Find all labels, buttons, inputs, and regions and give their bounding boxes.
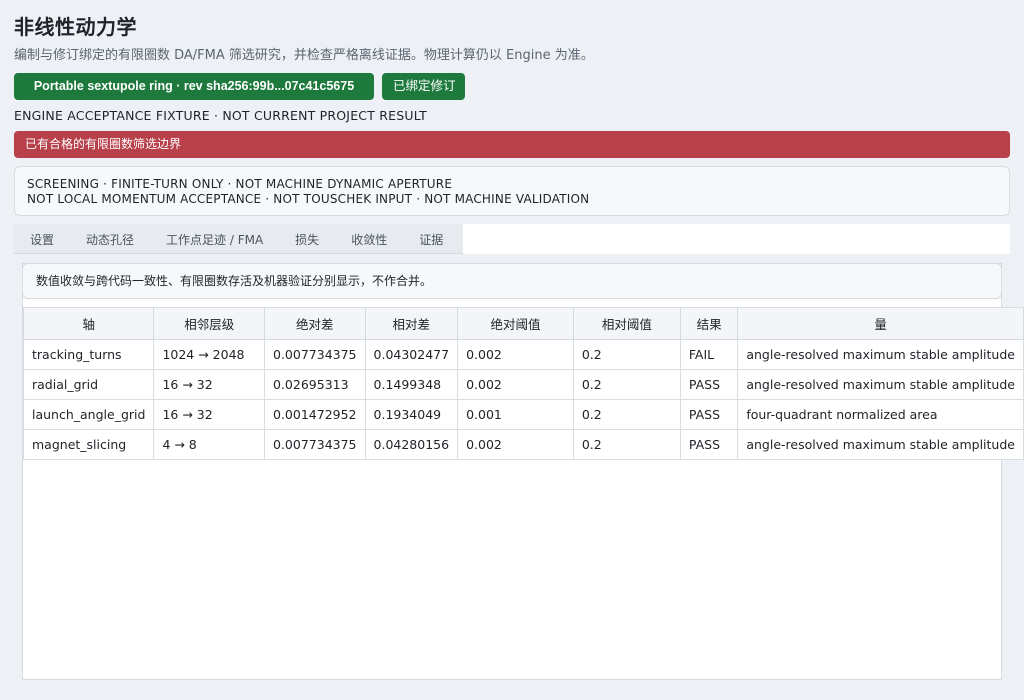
column-header-adjacent-level[interactable]: 相邻层级 [153,307,265,340]
page: 非线性动力学 编制与修订绑定的有限圈数 DA/FMA 筛选研究，并检查严格离线证… [0,0,1024,700]
page-subtitle: 编制与修订绑定的有限圈数 DA/FMA 筛选研究，并检查严格离线证据。物理计算仍… [14,48,594,63]
tab-losses[interactable]: 损失 [279,224,335,253]
cell-absolute-threshold: 0.002 [457,369,574,400]
column-header-relative-threshold[interactable]: 相对阈值 [572,307,681,340]
tab-convergence[interactable]: 收敛性 [335,224,403,253]
tab-bar: 设置 动态孔径 工作点足迹 / FMA 损失 收敛性 证据 [14,224,1010,254]
cell-relative-diff: 0.04280156 [364,429,459,460]
bound-revision-button[interactable]: 已绑定修订 [382,73,465,100]
table-row: radial_grid 16 → 32 0.02695313 0.1499348… [22,369,1024,400]
scope-disclaimer: SCREENING · FINITE-TURN ONLY · NOT MACHI… [14,166,1010,216]
scope-line-1: SCREENING · FINITE-TURN ONLY · NOT MACHI… [27,177,453,191]
tab-strip: 设置 动态孔径 工作点足迹 / FMA 损失 收敛性 证据 [14,224,463,253]
cell-absolute-diff: 0.001472952 [264,399,366,430]
cell-result-pass: PASS [679,369,739,400]
column-header-axis[interactable]: 轴 [22,307,155,340]
revision-selector-button[interactable]: Portable sextupole ring · rev sha256:99b… [14,73,374,100]
cell-absolute-threshold: 0.002 [457,339,574,370]
column-header-quantity[interactable]: 量 [737,307,1024,340]
cell-relative-threshold: 0.2 [572,339,681,370]
cell-absolute-threshold: 0.001 [457,399,574,430]
scope-line-2: NOT LOCAL MOMENTUM ACCEPTANCE · NOT TOUS… [27,192,590,206]
cell-absolute-diff: 0.007734375 [264,429,366,460]
tab-dynamic-aperture[interactable]: 动态孔径 [70,224,150,253]
cell-relative-diff: 0.04302477 [364,339,459,370]
cell-axis: launch_angle_grid [22,399,155,430]
cell-absolute-diff: 0.007734375 [264,339,366,370]
cell-relative-threshold: 0.2 [572,369,681,400]
column-header-relative-diff[interactable]: 相对差 [364,307,459,340]
cell-result-fail: FAIL [679,339,739,370]
status-alert: 已有合格的有限圈数筛选边界 [14,131,1010,158]
column-header-absolute-threshold[interactable]: 绝对阈值 [457,307,574,340]
cell-axis: radial_grid [22,369,155,400]
tab-bar-filler [463,224,1010,254]
cell-result-pass: PASS [679,429,739,460]
fixture-label: ENGINE ACCEPTANCE FIXTURE · NOT CURRENT … [14,108,427,123]
page-title: 非线性动力学 [14,15,137,39]
column-header-result[interactable]: 结果 [679,307,739,340]
table-row: tracking_turns 1024 → 2048 0.007734375 0… [22,339,1024,370]
tab-evidence[interactable]: 证据 [403,224,459,253]
cell-result-pass: PASS [679,399,739,430]
cell-quantity: angle-resolved maximum stable amplitude [737,429,1024,460]
column-header-absolute-diff[interactable]: 绝对差 [264,307,366,340]
cell-relative-threshold: 0.2 [572,399,681,430]
cell-relative-diff: 0.1934049 [364,399,459,430]
table-header-row: 轴 相邻层级 绝对差 相对差 绝对阈值 相对阈值 结果 量 [22,307,1024,340]
cell-quantity: four-quadrant normalized area [737,399,1024,430]
cell-quantity: angle-resolved maximum stable amplitude [737,369,1024,400]
tab-settings[interactable]: 设置 [14,224,70,253]
convergence-note: 数值收敛与跨代码一致性、有限圈数存活及机器验证分别显示，不作合并。 [22,263,1002,299]
cell-adjacent-level: 16 → 32 [153,369,265,400]
cell-axis: tracking_turns [22,339,155,370]
cell-relative-diff: 0.1499348 [364,369,459,400]
cell-adjacent-level: 4 → 8 [153,429,265,460]
cell-axis: magnet_slicing [22,429,155,460]
tab-tune-footprint-fma[interactable]: 工作点足迹 / FMA [150,224,279,253]
table-row: magnet_slicing 4 → 8 0.007734375 0.04280… [22,429,1024,460]
cell-quantity: angle-resolved maximum stable amplitude [737,339,1024,370]
table-row: launch_angle_grid 16 → 32 0.001472952 0.… [22,399,1024,430]
cell-adjacent-level: 16 → 32 [153,399,265,430]
cell-absolute-diff: 0.02695313 [264,369,366,400]
cell-absolute-threshold: 0.002 [457,429,574,460]
cell-adjacent-level: 1024 → 2048 [153,339,265,370]
convergence-table: 轴 相邻层级 绝对差 相对差 绝对阈值 相对阈值 结果 量 tracking_t… [22,307,1024,460]
cell-relative-threshold: 0.2 [572,429,681,460]
